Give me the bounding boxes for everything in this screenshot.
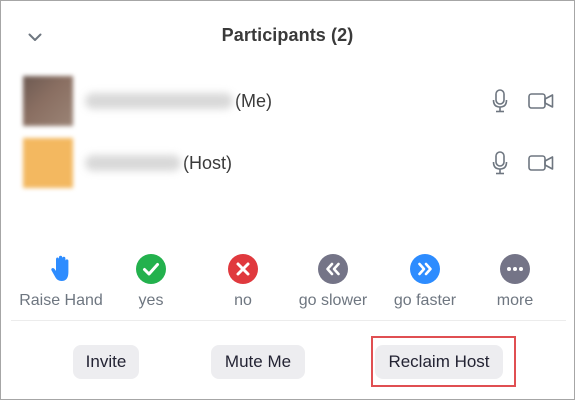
- reaction-label: go faster: [393, 292, 457, 309]
- panel-header: Participants (2): [1, 1, 574, 71]
- more-dots-icon: [499, 253, 531, 285]
- reaction-label: no: [234, 292, 252, 309]
- mute-me-button[interactable]: Mute Me: [211, 345, 305, 379]
- reclaim-host-button[interactable]: Reclaim Host: [375, 345, 503, 379]
- participant-controls: [492, 151, 554, 175]
- checkmark-icon: [135, 253, 167, 285]
- reactions-bar: Raise Hand yes no go slower go faster mo…: [11, 251, 566, 321]
- video-camera-icon[interactable]: [528, 92, 554, 110]
- participant-role-label: (Me): [235, 90, 272, 111]
- reaction-go-slower[interactable]: go slower: [287, 251, 379, 310]
- reaction-label: more: [496, 292, 534, 309]
- rewind-icon: [317, 253, 349, 285]
- raise-hand-icon: [45, 253, 77, 285]
- reaction-go-faster[interactable]: go faster: [379, 251, 471, 310]
- reaction-yes[interactable]: yes: [105, 251, 197, 310]
- participant-name-redacted: [85, 93, 233, 109]
- participant-row-me[interactable]: (Me): [23, 73, 558, 129]
- participant-name-redacted: [85, 155, 181, 171]
- participants-panel: Participants (2) (Me) (Host) Raise Hand …: [0, 0, 575, 400]
- participant-controls: [492, 89, 554, 113]
- avatar: [23, 138, 73, 188]
- microphone-icon[interactable]: [492, 151, 508, 175]
- avatar: [23, 76, 73, 126]
- fast-forward-icon: [409, 253, 441, 285]
- reaction-no[interactable]: no: [197, 251, 289, 310]
- reaction-label: yes: [138, 292, 164, 309]
- reaction-label: go slower: [298, 292, 368, 309]
- participant-role-label: (Host): [183, 152, 232, 173]
- x-icon: [227, 253, 259, 285]
- reaction-more[interactable]: more: [469, 251, 561, 310]
- invite-button[interactable]: Invite: [73, 345, 139, 379]
- participant-row-host[interactable]: (Host): [23, 135, 558, 191]
- microphone-icon[interactable]: [492, 89, 508, 113]
- panel-title: Participants (2): [221, 25, 354, 45]
- reaction-raise-hand[interactable]: Raise Hand: [15, 251, 107, 310]
- video-camera-icon[interactable]: [528, 154, 554, 172]
- reaction-label: Raise Hand: [19, 292, 103, 309]
